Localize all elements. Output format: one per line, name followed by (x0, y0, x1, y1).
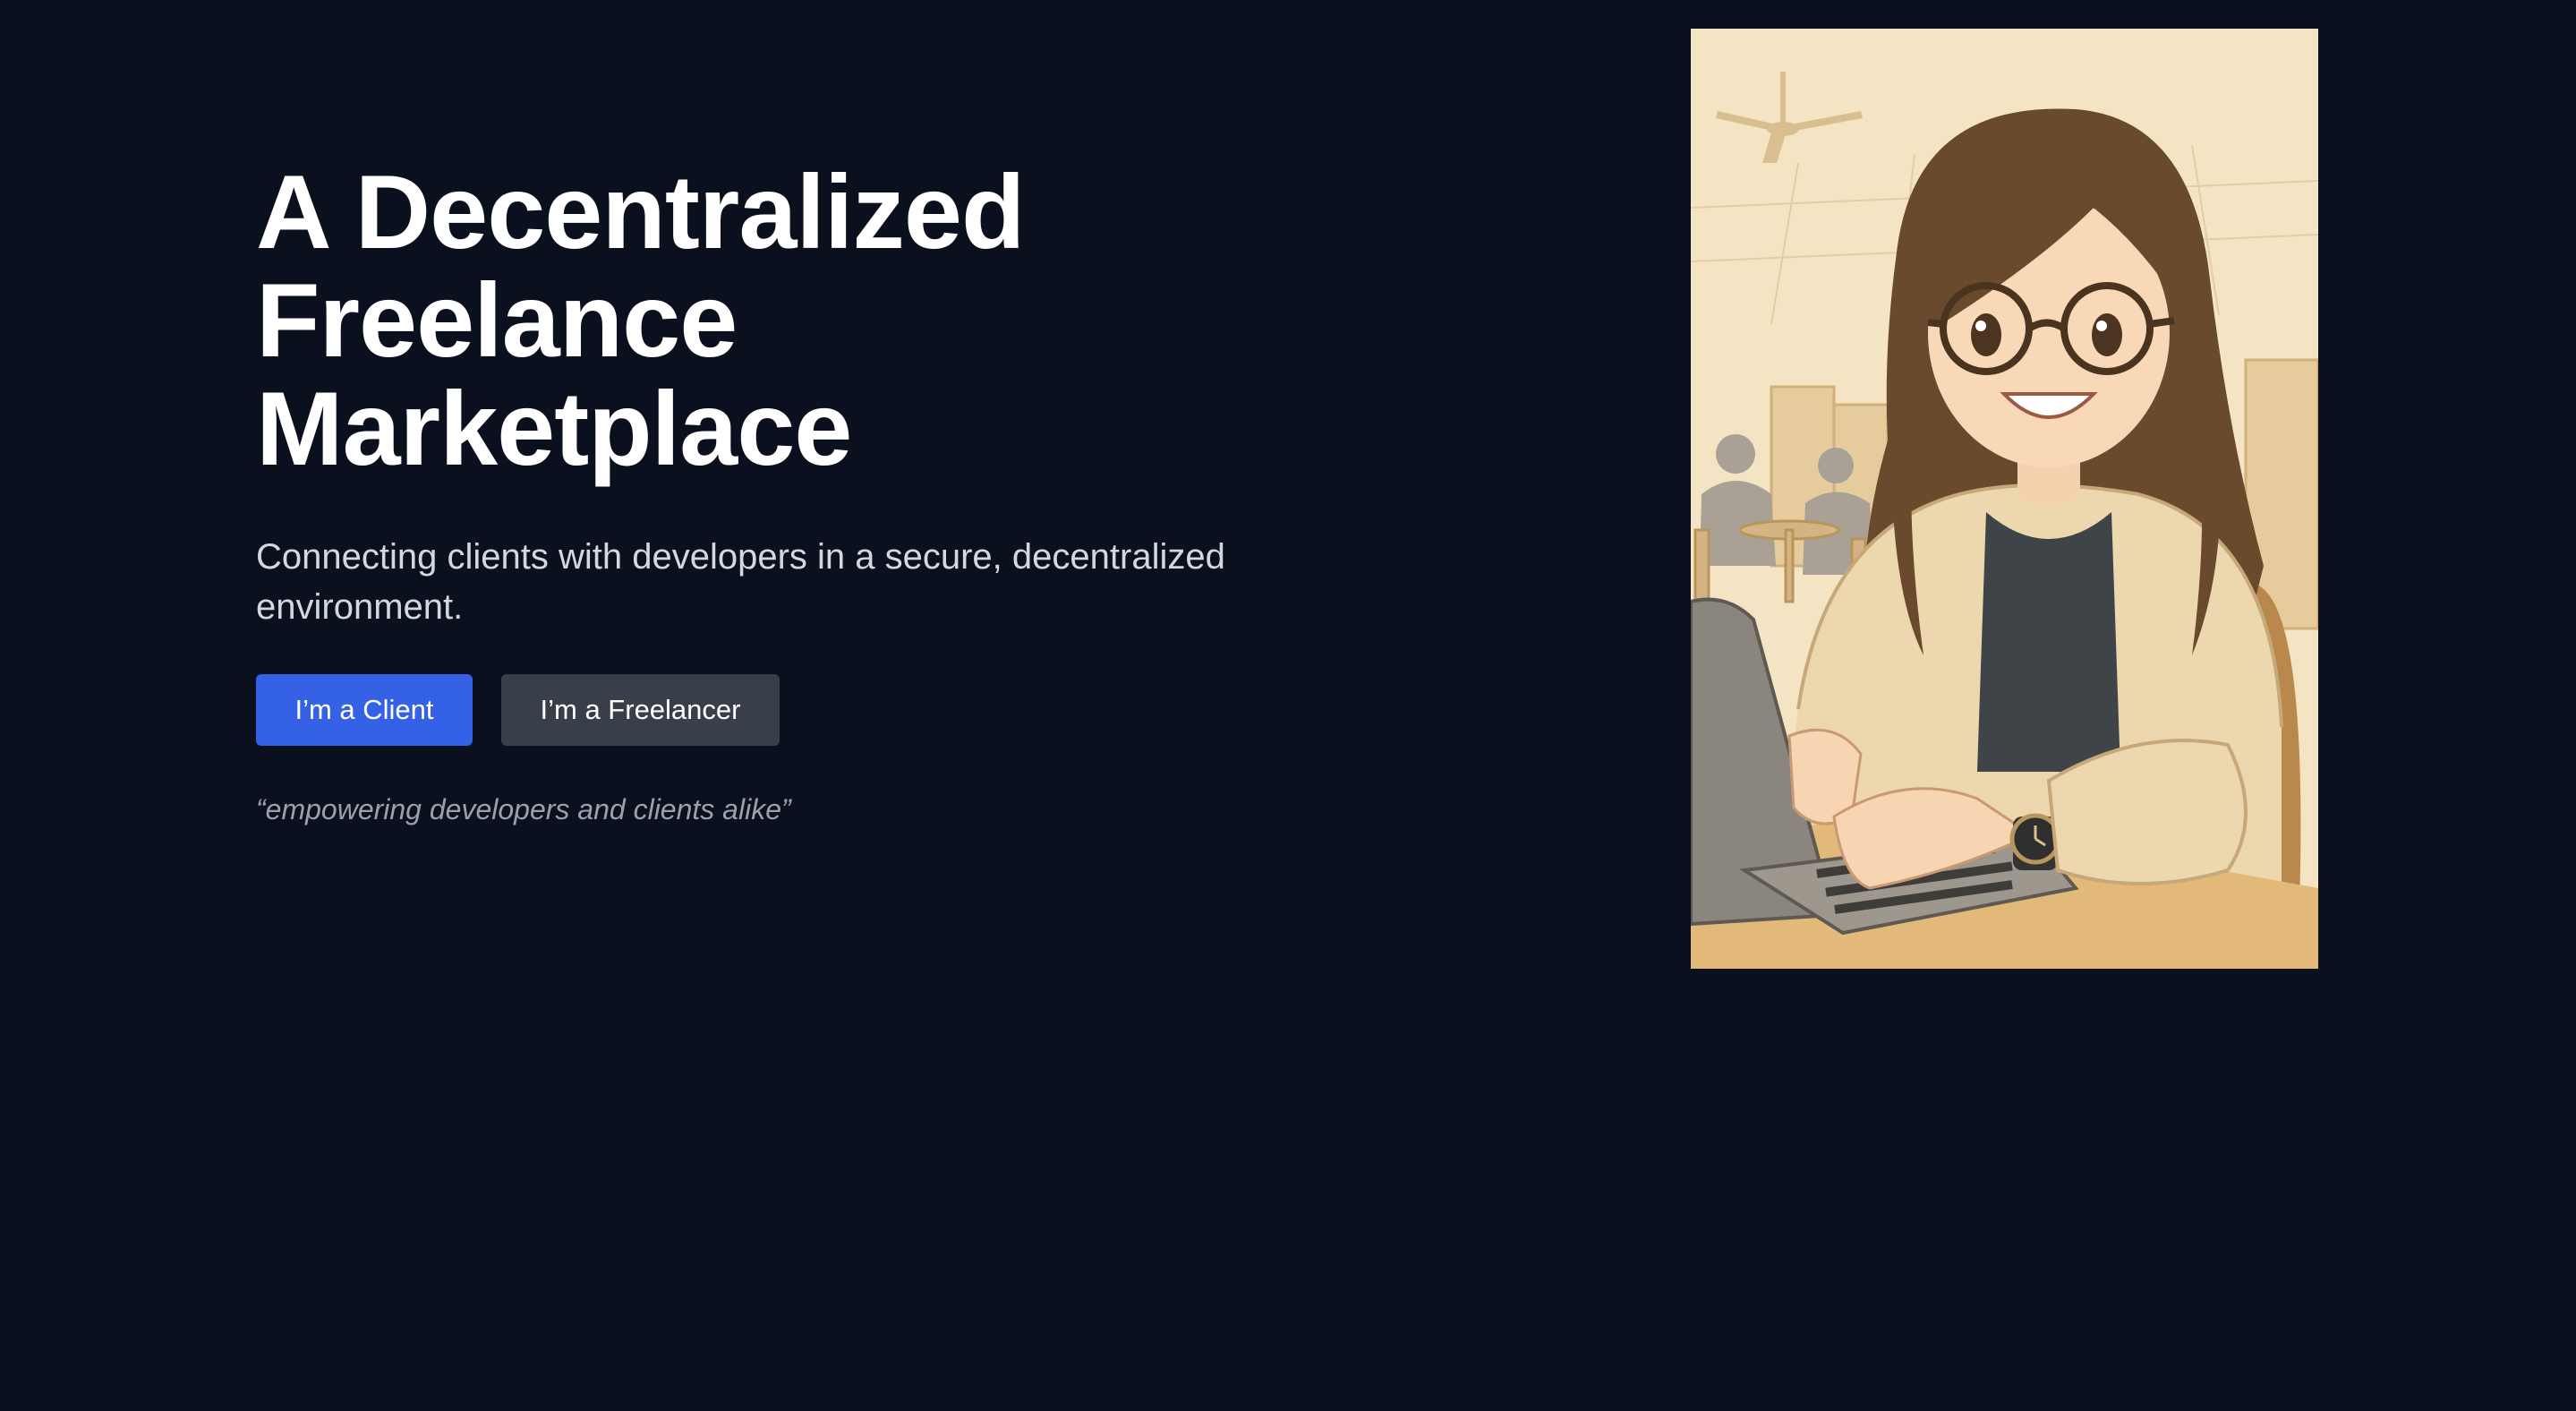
cta-buttons: I’m a Client I’m a Freelancer (256, 674, 1330, 746)
hero-section: A Decentralized Freelance Marketplace Co… (256, 158, 1330, 826)
headline-line-1: A Decentralized (256, 153, 1025, 270)
hero-subtitle: Connecting clients with developers in a … (256, 537, 1225, 627)
headline-line-3: Marketplace (256, 370, 852, 487)
hero-illustration (1691, 29, 2318, 969)
freelancer-button[interactable]: I’m a Freelancer (501, 674, 780, 746)
hero-tagline: “empowering developers and clients alike… (256, 793, 791, 825)
headline-line-2: Freelance (256, 261, 738, 379)
woman-laptop-illustration (1691, 29, 2318, 969)
landing-page: A Decentralized Freelance Marketplace Co… (0, 0, 2576, 1411)
client-button[interactable]: I’m a Client (256, 674, 473, 746)
hero-headline: A Decentralized Freelance Marketplace (256, 158, 1330, 483)
